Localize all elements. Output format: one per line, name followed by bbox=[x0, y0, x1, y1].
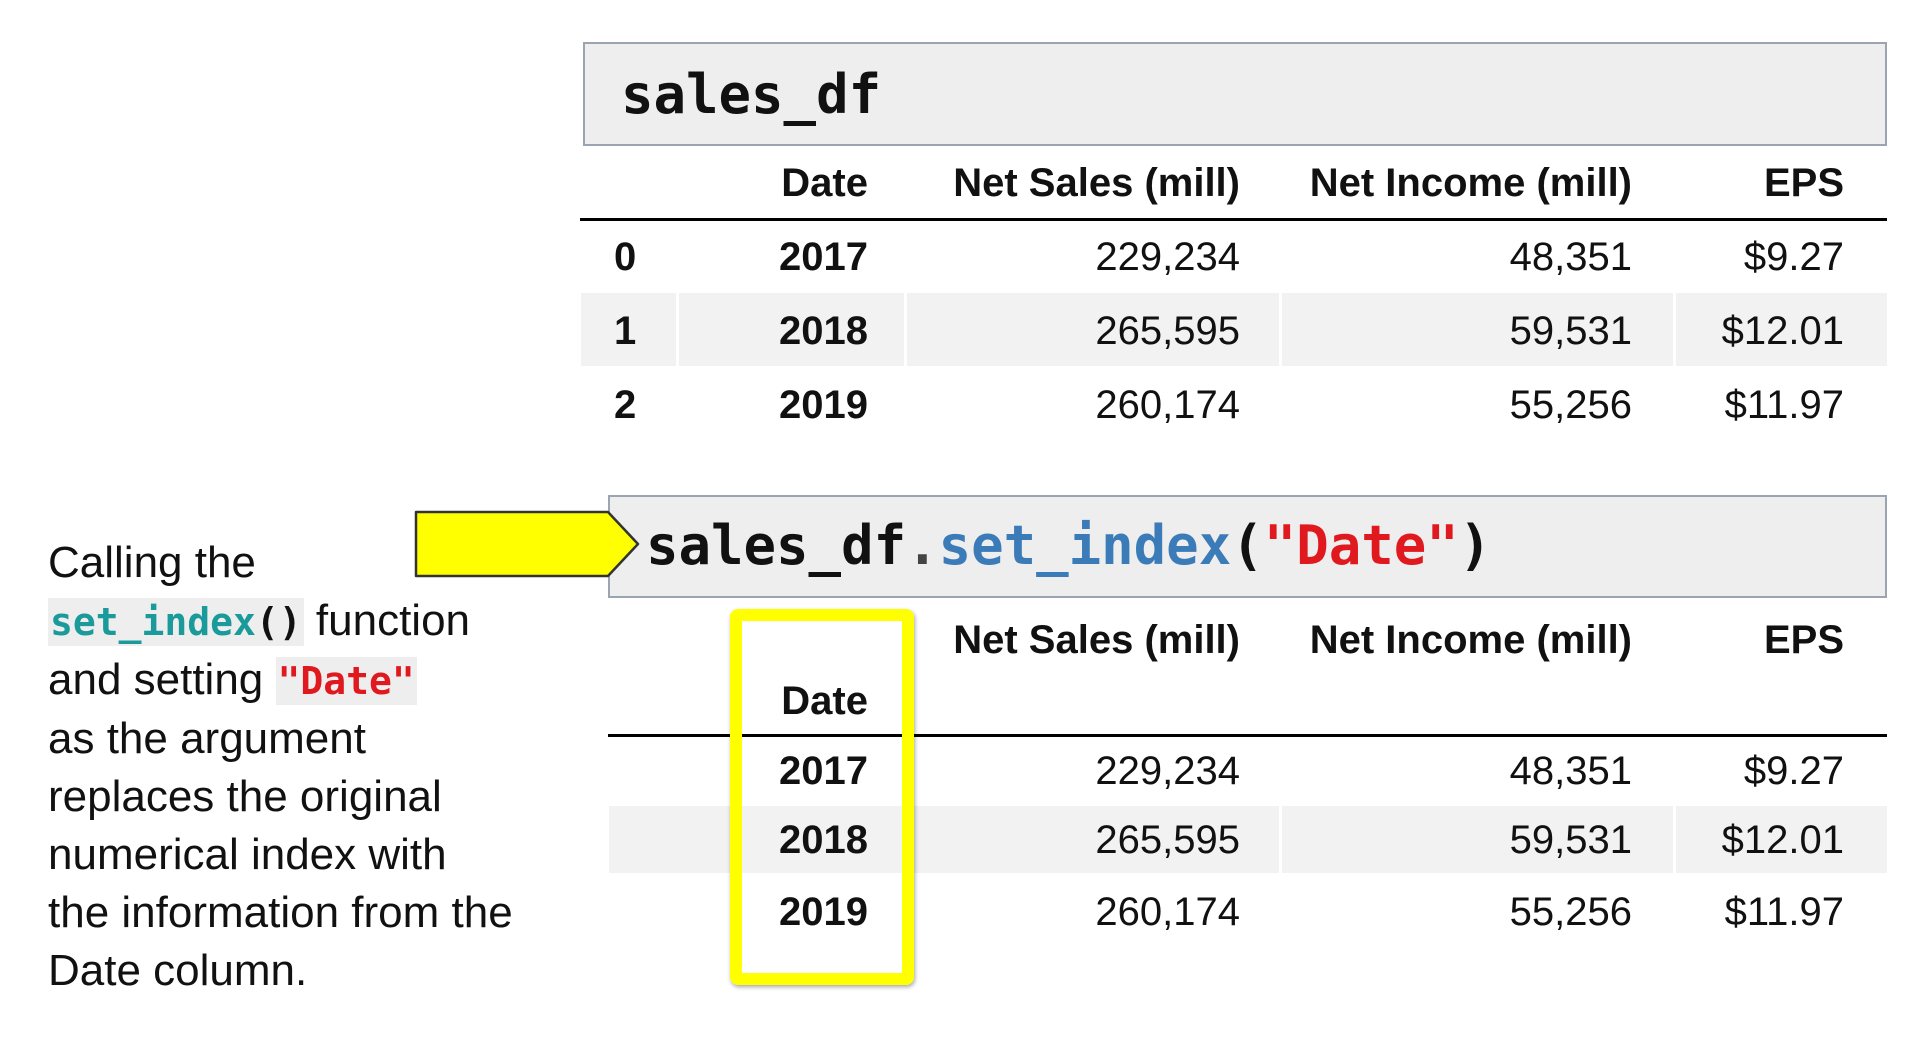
bottom-code-text: sales_df.set_index("Date") bbox=[646, 519, 1491, 573]
table1-net-sales-cell: 229,234 bbox=[1095, 235, 1240, 279]
table1-header-date: Date bbox=[781, 161, 868, 205]
caption-function-name: set_index bbox=[50, 600, 256, 644]
table1-header-eps: EPS bbox=[1763, 161, 1844, 205]
table2-header-eps: EPS bbox=[1763, 618, 1844, 662]
table1-net-income-cell: 55,256 bbox=[1509, 383, 1632, 427]
code-dot: . bbox=[906, 514, 939, 577]
table1-header-net-income: Net Income (mill) bbox=[1309, 161, 1632, 205]
table2-col-sep bbox=[1279, 806, 1282, 873]
table2-net-income-cell: 48,351 bbox=[1509, 749, 1632, 793]
table1-date-cell: 2018 bbox=[779, 309, 868, 353]
caption-argument-code: "Date" bbox=[275, 657, 417, 705]
table1-index-cell: 1 bbox=[614, 309, 637, 353]
table1-index-cell: 2 bbox=[614, 383, 637, 427]
top-code-cell[interactable]: sales_df bbox=[583, 42, 1887, 146]
table1-eps-cell: $11.97 bbox=[1724, 383, 1844, 427]
table1-date-cell: 2017 bbox=[779, 235, 868, 279]
index-highlight-box bbox=[730, 609, 914, 985]
caption-line-3: and setting bbox=[48, 655, 276, 704]
table1-net-sales-cell: 265,595 bbox=[1095, 309, 1240, 353]
caption-function-code: set_index() bbox=[48, 598, 304, 646]
table2-eps-cell: $9.27 bbox=[1743, 749, 1844, 793]
table1-col-sep bbox=[904, 293, 907, 366]
table2-eps-cell: $12.01 bbox=[1721, 818, 1844, 862]
table2-col-sep bbox=[1673, 806, 1676, 873]
table1-date-cell: 2019 bbox=[779, 383, 868, 427]
caption-function-parens: () bbox=[255, 600, 302, 644]
caption-line-2: function bbox=[303, 596, 471, 645]
table1-col-sep bbox=[1279, 293, 1282, 366]
table2-net-income-cell: 59,531 bbox=[1509, 818, 1632, 862]
caption-line-4: as the argument replaces the original nu… bbox=[48, 714, 513, 995]
table1-net-sales-cell: 260,174 bbox=[1095, 383, 1240, 427]
table2-net-sales-cell: 260,174 bbox=[1095, 890, 1240, 934]
code-object: sales_df bbox=[646, 514, 907, 577]
table2-eps-cell: $11.97 bbox=[1724, 890, 1844, 934]
code-string: "Date" bbox=[1263, 514, 1459, 577]
bottom-code-cell[interactable]: sales_df.set_index("Date") bbox=[608, 495, 1887, 598]
table2-net-sales-cell: 265,595 bbox=[1095, 818, 1240, 862]
table1-net-income-cell: 48,351 bbox=[1509, 235, 1632, 279]
table1-header-rule bbox=[580, 218, 1887, 221]
table1-net-income-cell: 59,531 bbox=[1509, 309, 1632, 353]
table1-header-net-sales: Net Sales (mill) bbox=[953, 161, 1240, 205]
table2-net-income-cell: 55,256 bbox=[1509, 890, 1632, 934]
explanation-caption: Calling the set_index() function and set… bbox=[48, 534, 518, 1000]
top-code-text: sales_df bbox=[621, 63, 882, 126]
table1-eps-cell: $12.01 bbox=[1721, 309, 1844, 353]
table2-header-net-sales: Net Sales (mill) bbox=[953, 618, 1240, 662]
code-open-paren: ( bbox=[1231, 514, 1264, 577]
code-close-paren: ) bbox=[1458, 514, 1492, 577]
table1-col-sep bbox=[1673, 293, 1676, 366]
code-function: set_index bbox=[938, 514, 1232, 577]
caption-line-1: Calling the bbox=[48, 538, 256, 587]
table2-header-net-income: Net Income (mill) bbox=[1309, 618, 1632, 662]
table2-net-sales-cell: 229,234 bbox=[1095, 749, 1240, 793]
table1-index-cell: 0 bbox=[614, 235, 637, 279]
table1-col-sep bbox=[676, 293, 679, 366]
table1-eps-cell: $9.27 bbox=[1743, 235, 1844, 279]
